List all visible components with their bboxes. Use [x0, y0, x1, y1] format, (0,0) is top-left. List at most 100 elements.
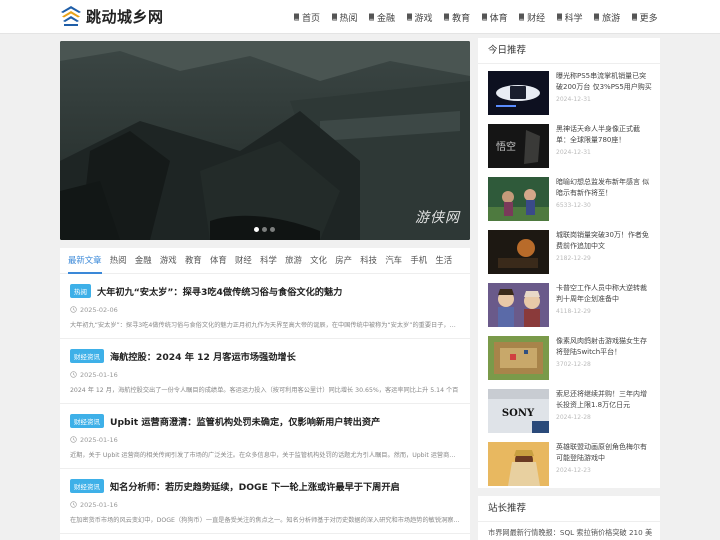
list-item[interactable]: 卡普空工作人员中称大逆转裁判十周年企划准备中 4118-12-29 — [488, 283, 656, 329]
article-list: 热阅 大年初九“安太岁”：探寻3吃4做传统习俗与食俗文化的魅力 2025-02-… — [60, 274, 470, 540]
tab-mobile[interactable]: 手机 — [410, 248, 427, 274]
nav-item-travel[interactable]: 旅游 — [593, 11, 620, 24]
rec-title[interactable]: 城联岗销量突破30万！作者免费前作追加中文 — [556, 230, 652, 252]
site-header: 跳动城乡网 首页 热阅 金融 游戏 教育 体育 财经 科学 旅游 更多 — [0, 0, 720, 34]
nav-item-games[interactable]: 游戏 — [406, 11, 433, 24]
hero-slider[interactable]: 游侠网 — [60, 41, 470, 240]
list-item[interactable]: 财经资讯 Upbit 运营商澄清：监管机构处罚未确定，仅影响新用户转出资产 20… — [60, 404, 470, 469]
tab-finance[interactable]: 金融 — [135, 248, 152, 274]
category-badge[interactable]: 财经资讯 — [70, 414, 104, 428]
tab-tech[interactable]: 科技 — [360, 248, 377, 274]
list-item[interactable]: 市界网最新行情晚报：SQL 索拉销价格突破 210 美 — [478, 528, 660, 538]
book-icon — [331, 13, 337, 21]
tab-sports[interactable]: 体育 — [210, 248, 227, 274]
rec-date: 2182-12-29 — [556, 255, 591, 262]
rec-title[interactable]: 像素风肉鸽射击游戏猫女生存将登陆Switch平台！ — [556, 336, 652, 358]
nav-item-finance[interactable]: 金融 — [368, 11, 395, 24]
article-summary: 在加密货币市场的风云变幻中，DOGE（狗狗币）一直是备受关注的焦点之一。知名分析… — [70, 517, 460, 524]
list-item[interactable]: 财经资讯 海航控股：2024 年 12 月客运市场强劲增长 2025-01-16… — [60, 339, 470, 404]
rec-date: 2024-12-31 — [556, 96, 591, 103]
list-item[interactable]: 像素风肉鸽射击游戏猫女生存将登陆Switch平台！ 3702-12-28 — [488, 336, 656, 382]
nav-item-science[interactable]: 科学 — [556, 11, 583, 24]
logo-icon — [61, 6, 81, 26]
list-item[interactable]: 财经资讯 知名分析师：若历史趋势延续，DOGE 下一轮上涨或许最早于下周开启 2… — [60, 469, 470, 534]
rec-title[interactable]: 英雄联盟动画原创角色梅尔有可能登陆游戏中 — [556, 442, 652, 464]
sidebar-webmaster-picks: 站长推荐 市界网最新行情晚报：SQL 索拉销价格突破 210 美 — [478, 496, 660, 540]
category-badge[interactable]: 财经资讯 — [70, 349, 104, 363]
main-nav: 首页 热阅 金融 游戏 教育 体育 财经 科学 旅游 更多 — [293, 0, 658, 34]
slider-dots — [254, 227, 278, 232]
nav-item-sports[interactable]: 体育 — [481, 11, 508, 24]
nav-item-economy[interactable]: 财经 — [518, 11, 545, 24]
tab-life[interactable]: 生活 — [435, 248, 452, 274]
rec-title[interactable]: 暗喻幻想总监发布新年感言 似暗示有新作将至！ — [556, 177, 652, 199]
rec-date: 2024-12-28 — [556, 414, 591, 421]
article-title[interactable]: 知名分析师：若历史趋势延续，DOGE 下一轮上涨或许最早于下周开启 — [110, 479, 400, 493]
tab-education[interactable]: 教育 — [185, 248, 202, 274]
category-badge[interactable]: 热阅 — [70, 284, 91, 298]
slider-dot-3[interactable] — [270, 227, 275, 232]
site-logo[interactable]: 跳动城乡网 — [60, 4, 164, 28]
book-icon — [631, 13, 637, 21]
hero-image — [60, 41, 470, 240]
tab-latest[interactable]: 最新文章 — [68, 248, 102, 274]
article-date: 2025-02-06 — [80, 305, 118, 314]
tab-realestate[interactable]: 房产 — [335, 248, 352, 274]
book-icon — [369, 13, 375, 21]
list-item[interactable]: 热阅 大年初九“安太岁”：探寻3吃4做传统习俗与食俗文化的魅力 2025-02-… — [60, 274, 470, 339]
thumbnail — [488, 177, 549, 221]
article-title[interactable]: 大年初九“安太岁”：探寻3吃4做传统习俗与食俗文化的魅力 — [97, 284, 342, 298]
list-item[interactable]: 英雄联盟动画原创角色梅尔有可能登陆游戏中 2024-12-23 — [488, 442, 656, 488]
rec-date: 2024-12-31 — [556, 149, 591, 156]
clock-icon — [70, 501, 77, 508]
category-tabs: 最新文章 热阅 金融 游戏 教育 体育 财经 科学 旅游 文化 房产 科技 汽车… — [60, 248, 470, 274]
tab-travel[interactable]: 旅游 — [285, 248, 302, 274]
thumbnail: SONY — [488, 389, 549, 433]
tab-auto[interactable]: 汽车 — [385, 248, 402, 274]
tab-games[interactable]: 游戏 — [160, 248, 177, 274]
tab-science[interactable]: 科学 — [260, 248, 277, 274]
sidebar-recommendations: 今日推荐 曝光称PS5串流掌机销量已突破200万台 仅3%PS5用户购买 202… — [478, 38, 660, 488]
nav-item-hot[interactable]: 热阅 — [331, 11, 358, 24]
list-item[interactable]: 悟空 黑神话天命人半身像正式截单：全球限量780座！ 2024-12-31 — [488, 124, 656, 170]
article-date: 2025-01-16 — [80, 500, 118, 509]
tab-hot[interactable]: 热阅 — [110, 248, 127, 274]
sidebar-title: 今日推荐 — [478, 38, 660, 64]
book-icon — [294, 13, 299, 21]
book-icon — [481, 13, 487, 21]
rec-date: 2024-12-23 — [556, 467, 591, 474]
list-item[interactable]: SONY 索尼还将继续并购！三年内增长投资上限1.8万亿日元 2024-12-2… — [488, 389, 656, 435]
rec-title[interactable]: 索尼还将继续并购！三年内增长投资上限1.8万亿日元 — [556, 389, 652, 411]
list-item[interactable]: 曝光称PS5串流掌机销量已突破200万台 仅3%PS5用户购买 2024-12-… — [488, 71, 656, 117]
svg-text:SONY: SONY — [502, 408, 535, 419]
clock-icon — [70, 306, 77, 313]
nav-item-education[interactable]: 教育 — [443, 11, 470, 24]
article-title[interactable]: 海航控股：2024 年 12 月客运市场强劲增长 — [110, 349, 296, 363]
book-icon — [594, 13, 600, 21]
nav-item-home[interactable]: 首页 — [293, 11, 320, 24]
rec-date: 6533-12-30 — [556, 202, 591, 209]
category-badge[interactable]: 财经资讯 — [70, 479, 104, 493]
slider-dot-2[interactable] — [262, 227, 267, 232]
article-title[interactable]: Upbit 运营商澄清：监管机构处罚未确定，仅影响新用户转出资产 — [110, 414, 380, 428]
thumbnail — [488, 283, 549, 327]
list-item[interactable]: 暗喻幻想总监发布新年感言 似暗示有新作将至！ 6533-12-30 — [488, 177, 656, 223]
book-icon — [556, 13, 562, 21]
article-date: 2025-01-16 — [80, 370, 118, 379]
tab-culture[interactable]: 文化 — [310, 248, 327, 274]
svg-text:悟空: 悟空 — [496, 140, 516, 153]
thumbnail: 悟空 — [488, 124, 549, 168]
list-item[interactable]: 城联岗销量突破30万！作者免费前作追加中文 2182-12-29 — [488, 230, 656, 276]
rec-date: 4118-12-29 — [556, 308, 591, 315]
rec-title[interactable]: 黑神话天命人半身像正式截单：全球限量780座！ — [556, 124, 652, 146]
rec-title[interactable]: 卡普空工作人员中称大逆转裁判十周年企划准备中 — [556, 283, 652, 305]
nav-item-more[interactable]: 更多 — [631, 11, 658, 24]
article-summary: 大年初九“安太岁”：探寻3吃4做传统习俗与食俗文化的魅力正月初九作为天界至高大帝… — [70, 322, 460, 329]
book-icon — [406, 13, 412, 21]
rec-date: 3702-12-28 — [556, 361, 591, 368]
thumbnail — [488, 71, 549, 115]
tab-economy[interactable]: 财经 — [235, 248, 252, 274]
rec-title[interactable]: 曝光称PS5串流掌机销量已突破200万台 仅3%PS5用户购买 — [556, 71, 652, 93]
slider-dot-1[interactable] — [254, 227, 259, 232]
clock-icon — [70, 371, 77, 378]
